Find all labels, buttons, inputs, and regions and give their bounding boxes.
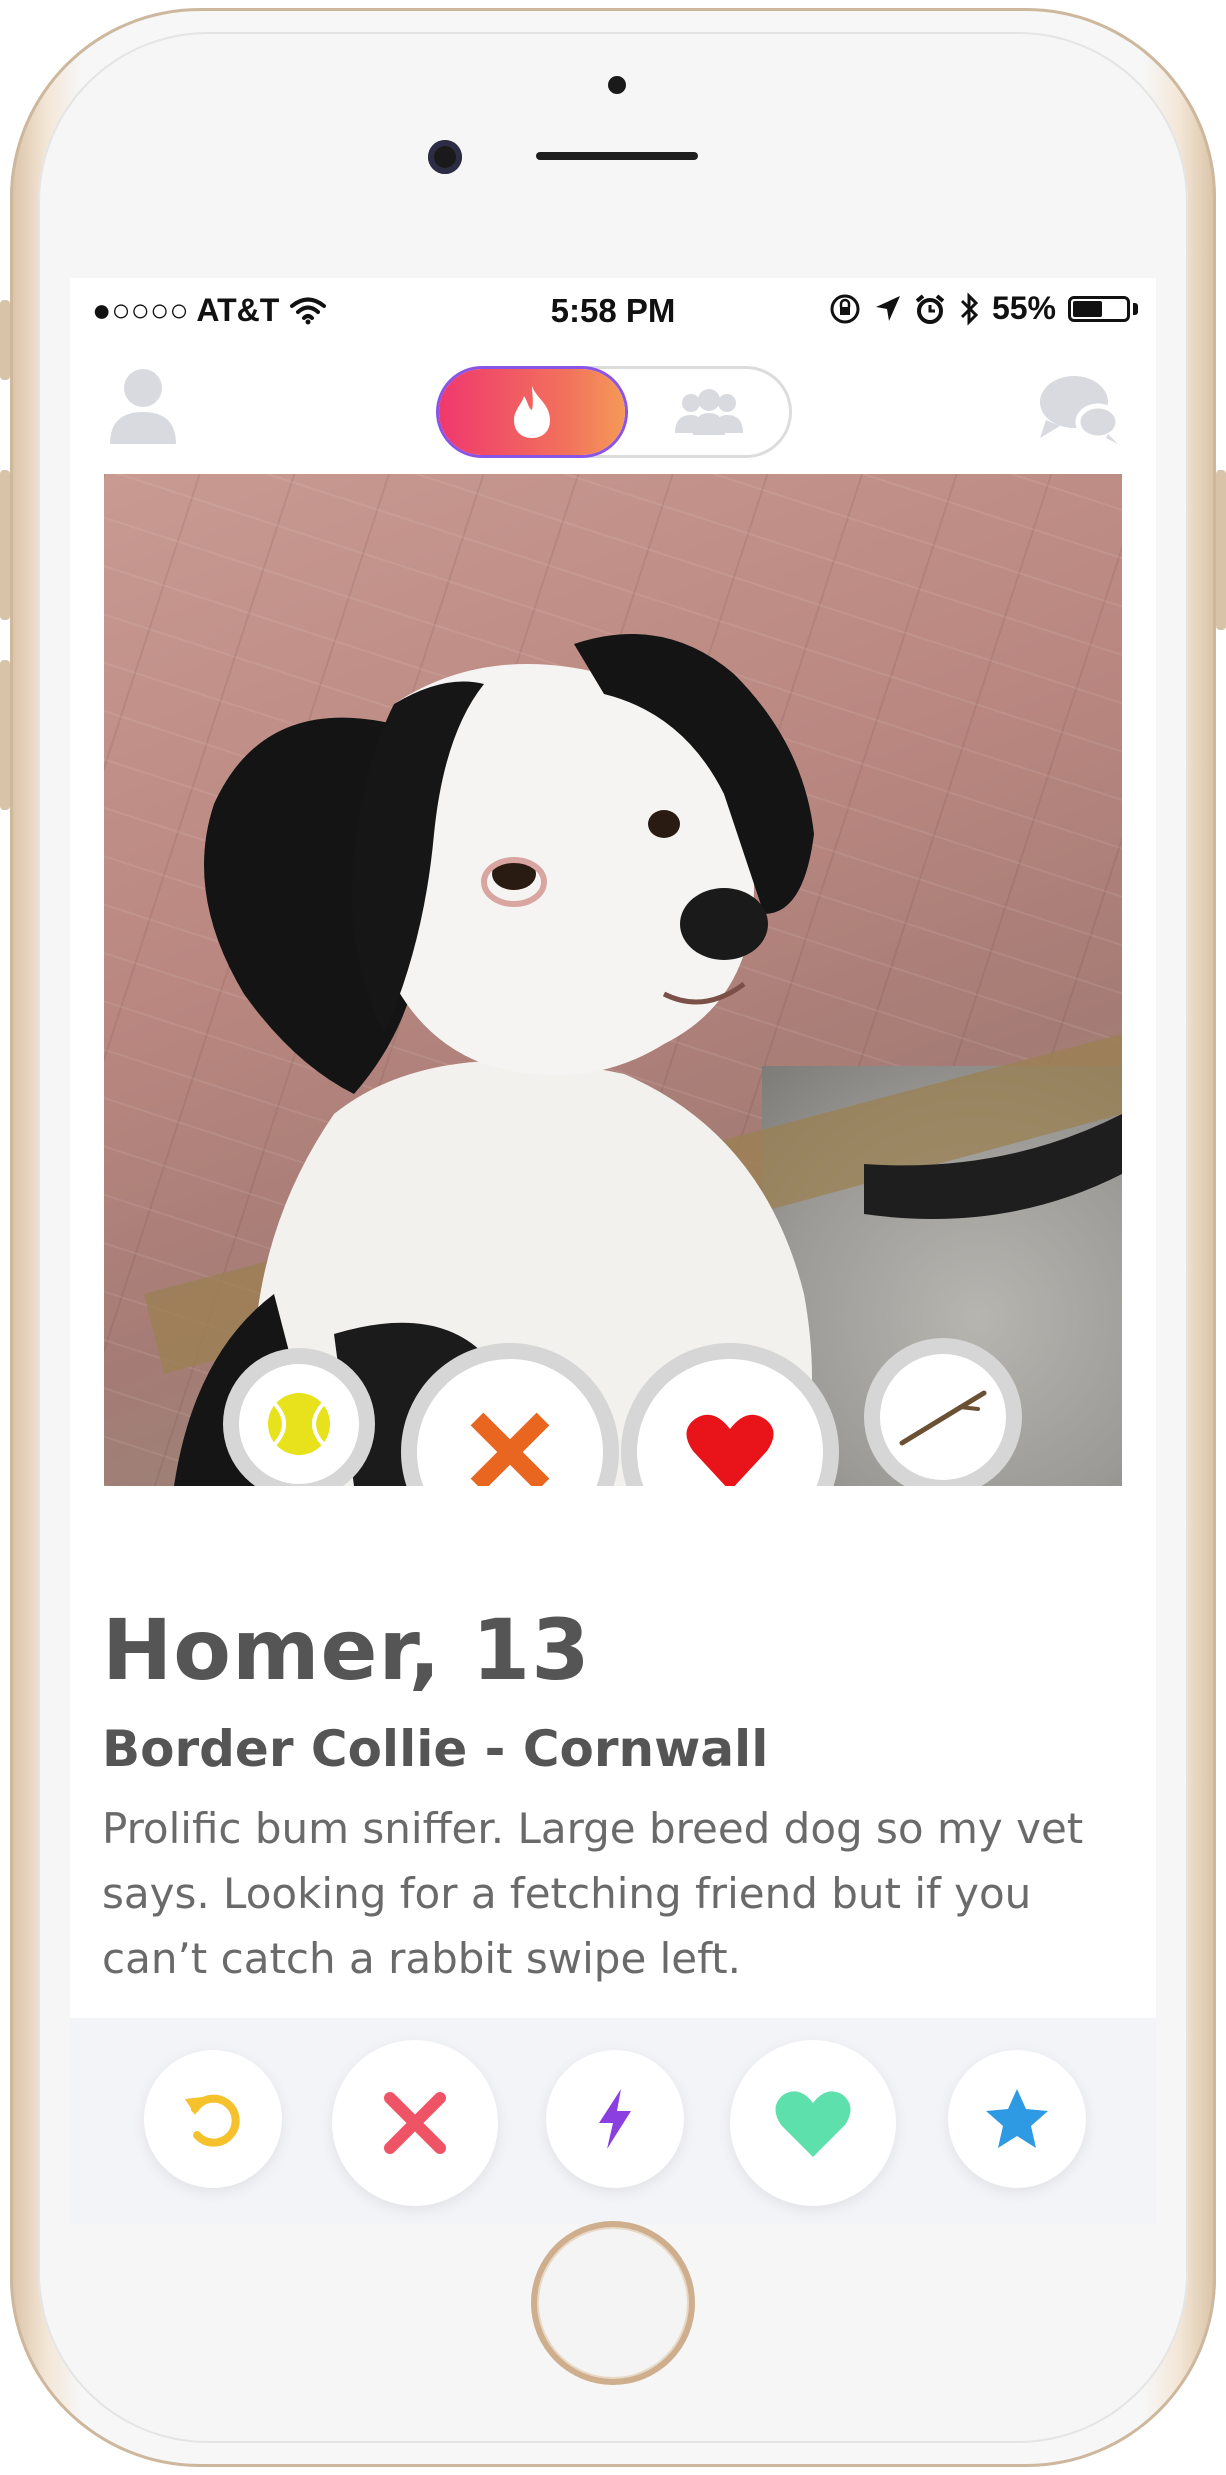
profile-name-age: Homer, 13 [102, 1601, 591, 1699]
app-screen: ●○○○○ AT&T 5:58 PM 55% Homer, 13 Border … [70, 278, 1156, 2224]
chat-bubbles-icon[interactable] [1036, 370, 1122, 446]
rotation-lock-icon [830, 294, 860, 323]
dog-illustration [144, 634, 1122, 1486]
group-icon [675, 389, 743, 435]
discover-mode-toggle [436, 366, 792, 458]
heart-icon [686, 1414, 774, 1486]
status-indicators: 55% [828, 290, 1138, 327]
battery-icon [1068, 295, 1130, 322]
tab-discover[interactable] [439, 369, 625, 455]
home-button[interactable] [531, 2221, 695, 2385]
profile-bio: Prolific bum sniffer. Large breed dog so… [102, 1804, 1084, 1983]
proximity-sensor [608, 76, 626, 94]
nope-icon [384, 2092, 446, 2154]
profile-breed-location: Border Collie - Cornwall [102, 1720, 769, 1778]
tab-group[interactable] [629, 369, 789, 455]
nope-button[interactable] [332, 2040, 498, 2206]
like-heart-icon [775, 2091, 851, 2157]
photo-action-ball[interactable] [239, 1364, 359, 1484]
battery-fill [1073, 300, 1102, 317]
location-arrow-icon [875, 295, 900, 321]
earpiece-speaker [536, 152, 698, 160]
rewind-button[interactable] [144, 2050, 282, 2188]
profile-photo[interactable] [104, 474, 1122, 1486]
battery-tip [1133, 302, 1138, 315]
power-button [1216, 470, 1226, 630]
flame-icon [514, 386, 550, 438]
alarm-icon [915, 293, 945, 324]
bluetooth-icon [960, 291, 979, 326]
like-button[interactable] [730, 2040, 896, 2206]
battery-percent: 55% [991, 290, 1056, 326]
front-camera [428, 140, 462, 174]
super-like-button[interactable] [948, 2050, 1086, 2188]
profile-info: Homer, 13 Border Collie - Cornwall Proli… [102, 1608, 1122, 1991]
volume-down-button [0, 660, 10, 810]
status-bar: ●○○○○ AT&T 5:58 PM 55% [70, 278, 1156, 344]
boost-button[interactable] [546, 2050, 684, 2188]
person-icon[interactable] [108, 366, 178, 446]
silent-switch [0, 300, 10, 380]
top-nav [70, 344, 1156, 464]
photo-action-stick[interactable] [880, 1354, 1006, 1480]
tennis-ball-icon [268, 1393, 330, 1455]
rewind-icon [185, 2094, 240, 2147]
stick-icon [899, 1390, 987, 1446]
action-bar [70, 2018, 1156, 2224]
x-icon [470, 1412, 550, 1486]
super-like-star-icon [986, 2089, 1048, 2148]
boost-icon [599, 2089, 631, 2149]
volume-up-button [0, 470, 10, 620]
